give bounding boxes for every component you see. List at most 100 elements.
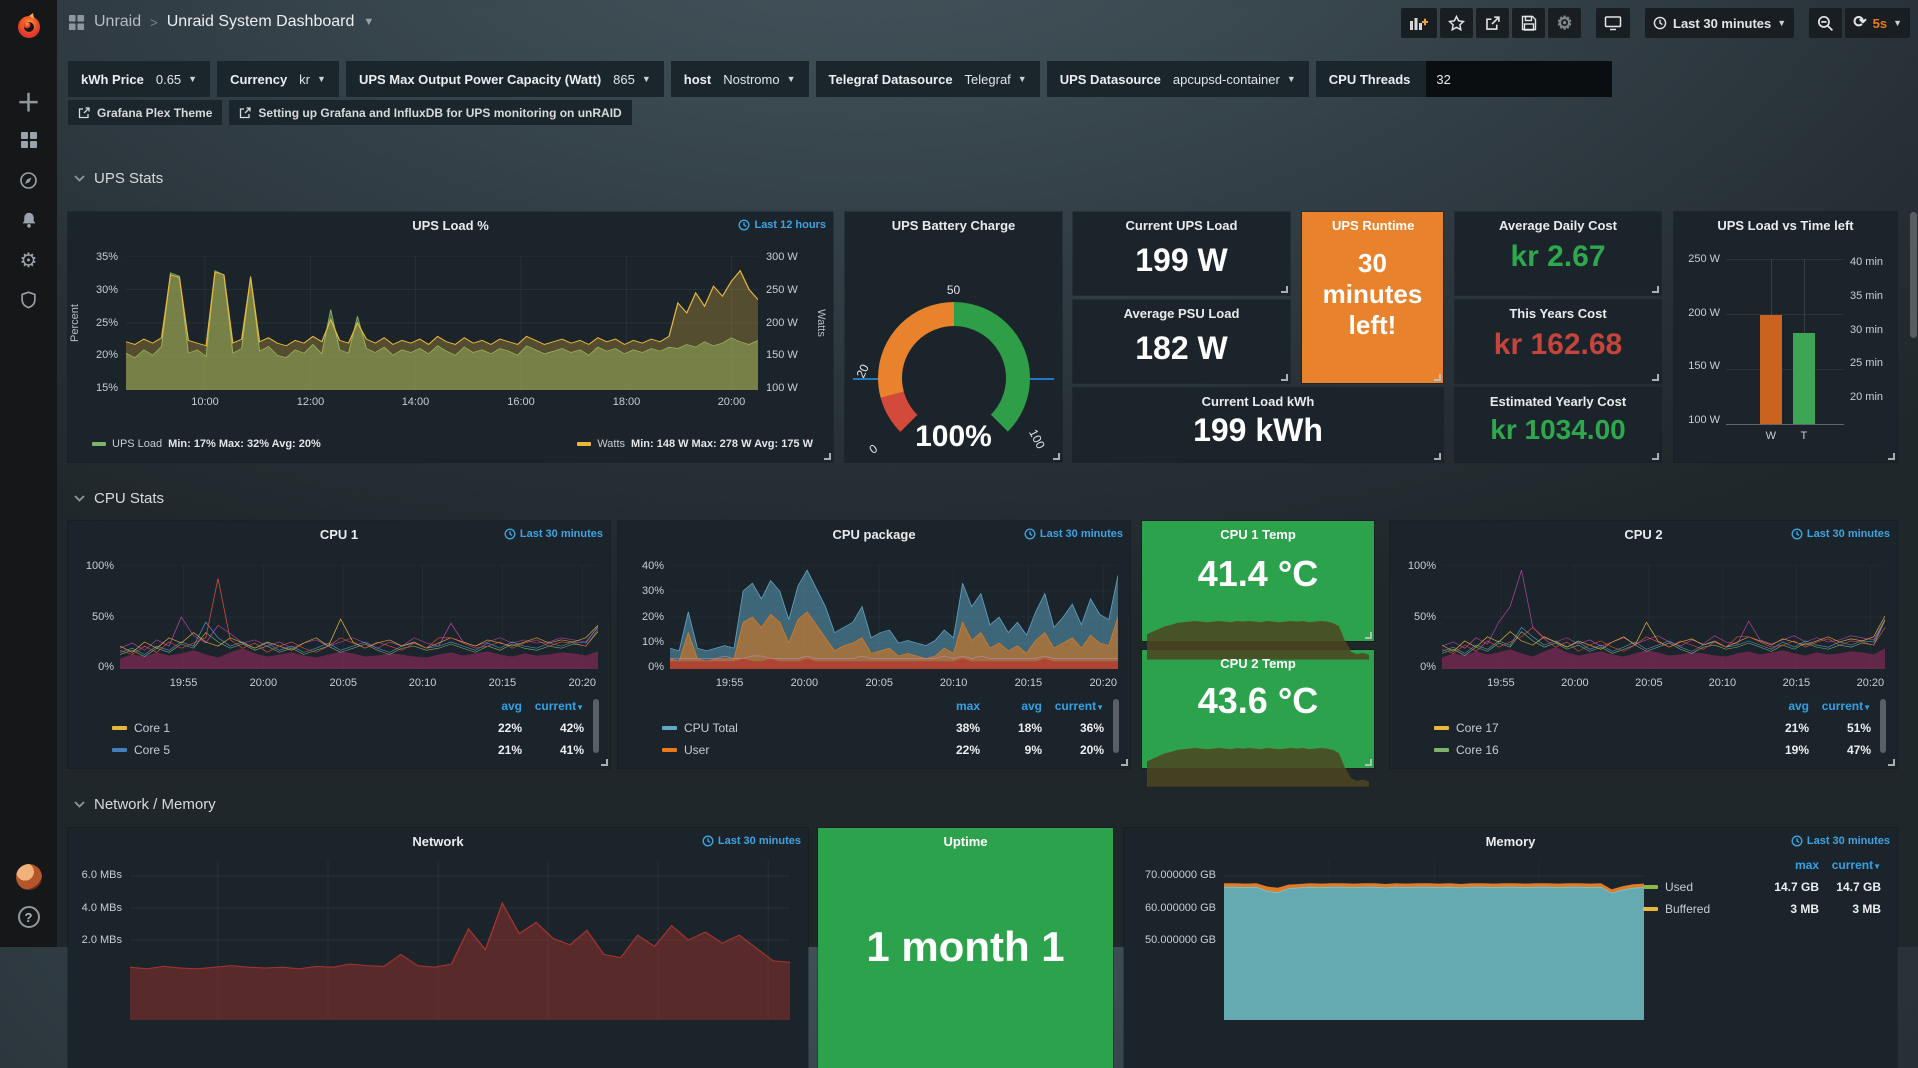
- variable-host[interactable]: host Nostromo▼: [671, 61, 809, 97]
- panel-resize-handle[interactable]: [1652, 374, 1659, 381]
- variable-telegraf-datasource[interactable]: Telegraf Datasource Telegraf▼: [816, 61, 1040, 97]
- legend-series-name[interactable]: Core 1: [112, 721, 460, 735]
- server-admin-shield-icon[interactable]: [0, 280, 57, 320]
- legend-column-current[interactable]: current▼: [1042, 699, 1104, 713]
- panel-title[interactable]: Average PSU Load: [1103, 306, 1260, 321]
- dashboards-icon[interactable]: [0, 120, 57, 160]
- row-header-network-memory[interactable]: Network / Memory: [74, 796, 216, 813]
- legend-column-max[interactable]: max: [1757, 858, 1819, 872]
- legend-series-name[interactable]: Core 16: [1434, 743, 1747, 757]
- panel-resize-handle[interactable]: [1434, 374, 1441, 381]
- legend-column-current[interactable]: current▼: [1809, 699, 1871, 713]
- panel-resize-handle[interactable]: [1053, 453, 1060, 460]
- panel-resize-handle[interactable]: [1888, 453, 1895, 460]
- legend-item-watts[interactable]: WattsMin: 148 W Max: 278 W Avg: 175 W: [577, 438, 813, 450]
- legend-column-max[interactable]: max: [918, 699, 980, 713]
- panel-title[interactable]: UPS Battery Charge: [875, 218, 1032, 233]
- ups-bar-chart: WT: [1726, 259, 1844, 425]
- add-icon[interactable]: ＋: [0, 80, 57, 120]
- dashboard-settings-button[interactable]: ⚙: [1548, 8, 1581, 38]
- alerting-bell-icon[interactable]: [0, 200, 57, 240]
- variable-ups-max-output[interactable]: UPS Max Output Power Capacity (Watt) 865…: [346, 61, 664, 97]
- cpu2-chart: [1442, 565, 1885, 669]
- legend-column-avg[interactable]: avg: [1747, 699, 1809, 713]
- star-button[interactable]: [1440, 8, 1473, 38]
- panel-title[interactable]: UPS Load vs Time left: [1680, 218, 1891, 233]
- panel-title[interactable]: CPU 1 Temp: [1172, 527, 1344, 542]
- legend-item-ups-load[interactable]: UPS LoadMin: 17% Max: 32% Avg: 20%: [92, 438, 321, 450]
- legend-series-name[interactable]: Core 17: [1434, 721, 1747, 735]
- legend-scrollbar[interactable]: [1113, 699, 1119, 753]
- panel-resize-handle[interactable]: [1281, 374, 1288, 381]
- panel-title[interactable]: UPS Load %: [98, 218, 803, 233]
- panel-resize-handle[interactable]: [601, 759, 608, 766]
- panel-time-range[interactable]: Last 30 minutes: [1791, 835, 1890, 847]
- legend-value: 36%: [1042, 721, 1104, 735]
- panel-time-range[interactable]: Last 12 hours: [738, 219, 826, 231]
- axis-tick: 20%: [626, 612, 664, 623]
- legend-scrollbar[interactable]: [1880, 699, 1886, 753]
- legend-column-current[interactable]: current▼: [522, 699, 584, 713]
- time-range-picker[interactable]: Last 30 minutes ▼: [1645, 8, 1794, 38]
- panel-resize-handle[interactable]: [1652, 286, 1659, 293]
- row-header-cpu-stats[interactable]: CPU Stats: [74, 490, 164, 507]
- panel-time-range[interactable]: Last 30 minutes: [1024, 528, 1123, 540]
- panel-resize-handle[interactable]: [1434, 453, 1441, 460]
- legend-series-name[interactable]: Core 5: [112, 743, 460, 757]
- configuration-gear-icon[interactable]: ⚙: [0, 240, 57, 280]
- legend-column-avg[interactable]: avg: [980, 699, 1042, 713]
- help-icon[interactable]: ?: [0, 897, 57, 937]
- panel-title[interactable]: This Years Cost: [1485, 306, 1631, 321]
- panel-title[interactable]: Estimated Yearly Cost: [1485, 394, 1631, 409]
- grafana-logo-icon[interactable]: [0, 0, 57, 52]
- link-ups-monitoring-guide[interactable]: Setting up Grafana and InfluxDB for UPS …: [229, 100, 631, 125]
- legend-value: 22%: [918, 743, 980, 757]
- legend-series-name[interactable]: CPU Total: [662, 721, 918, 735]
- panel-resize-handle[interactable]: [1365, 632, 1372, 639]
- panel-resize-handle[interactable]: [824, 453, 831, 460]
- breadcrumb-caret-icon[interactable]: ▼: [363, 16, 374, 28]
- zoom-out-button[interactable]: [1809, 8, 1842, 38]
- panel-resize-handle[interactable]: [1365, 759, 1372, 766]
- panel-resize-handle[interactable]: [1652, 453, 1659, 460]
- panel-time-range[interactable]: Last 30 minutes: [1791, 528, 1890, 540]
- refresh-icon: ⟳: [1853, 16, 1866, 30]
- refresh-button[interactable]: ⟳ 5s ▼: [1845, 8, 1910, 38]
- y-axis-label-right: Watts: [815, 309, 827, 337]
- legend-series-name[interactable]: Used: [1643, 880, 1757, 894]
- legend-column-current[interactable]: current▼: [1819, 858, 1881, 872]
- row-header-ups-stats[interactable]: UPS Stats: [74, 170, 163, 187]
- user-avatar[interactable]: [0, 857, 57, 897]
- legend-series-name[interactable]: User: [662, 743, 918, 757]
- page-scrollbar-thumb[interactable]: [1910, 212, 1917, 338]
- add-panel-button[interactable]: [1401, 8, 1437, 38]
- refresh-interval-label[interactable]: 5s: [1873, 16, 1887, 31]
- panel-time-range[interactable]: Last 30 minutes: [504, 528, 603, 540]
- panel-title[interactable]: UPS Runtime: [1332, 218, 1413, 233]
- legend-series-name[interactable]: Buffered: [1643, 902, 1757, 916]
- panel-title[interactable]: Uptime: [848, 834, 1083, 849]
- panel-title[interactable]: Current UPS Load: [1103, 218, 1260, 233]
- breadcrumb-app[interactable]: Unraid: [94, 13, 141, 31]
- variable-currency[interactable]: Currency kr▼: [217, 61, 339, 97]
- panel-resize-handle[interactable]: [1888, 759, 1895, 766]
- variable-kwh-price[interactable]: kWh Price 0.65▼: [68, 61, 210, 97]
- panel-title[interactable]: Network: [98, 834, 778, 849]
- share-button[interactable]: [1476, 8, 1509, 38]
- explore-icon[interactable]: [0, 160, 57, 200]
- link-grafana-plex-theme[interactable]: Grafana Plex Theme: [68, 100, 222, 125]
- panel-title[interactable]: Average Daily Cost: [1485, 218, 1631, 233]
- legend-scrollbar[interactable]: [593, 699, 599, 753]
- cpu-threads-input[interactable]: [1426, 61, 1612, 97]
- panel-resize-handle[interactable]: [1121, 759, 1128, 766]
- legend-column-avg[interactable]: avg: [460, 699, 522, 713]
- panel-title[interactable]: Memory: [1154, 834, 1867, 849]
- panel-title[interactable]: CPU 2 Temp: [1172, 656, 1344, 671]
- breadcrumb-page-title[interactable]: Unraid System Dashboard: [167, 13, 355, 31]
- panel-time-range[interactable]: Last 30 minutes: [702, 835, 801, 847]
- save-button[interactable]: [1512, 8, 1545, 38]
- panel-title[interactable]: Current Load kWh: [1103, 394, 1413, 409]
- variable-ups-datasource[interactable]: UPS Datasource apcupsd-container▼: [1047, 61, 1309, 97]
- panel-resize-handle[interactable]: [1281, 286, 1288, 293]
- cycle-view-mode-button[interactable]: [1596, 8, 1630, 38]
